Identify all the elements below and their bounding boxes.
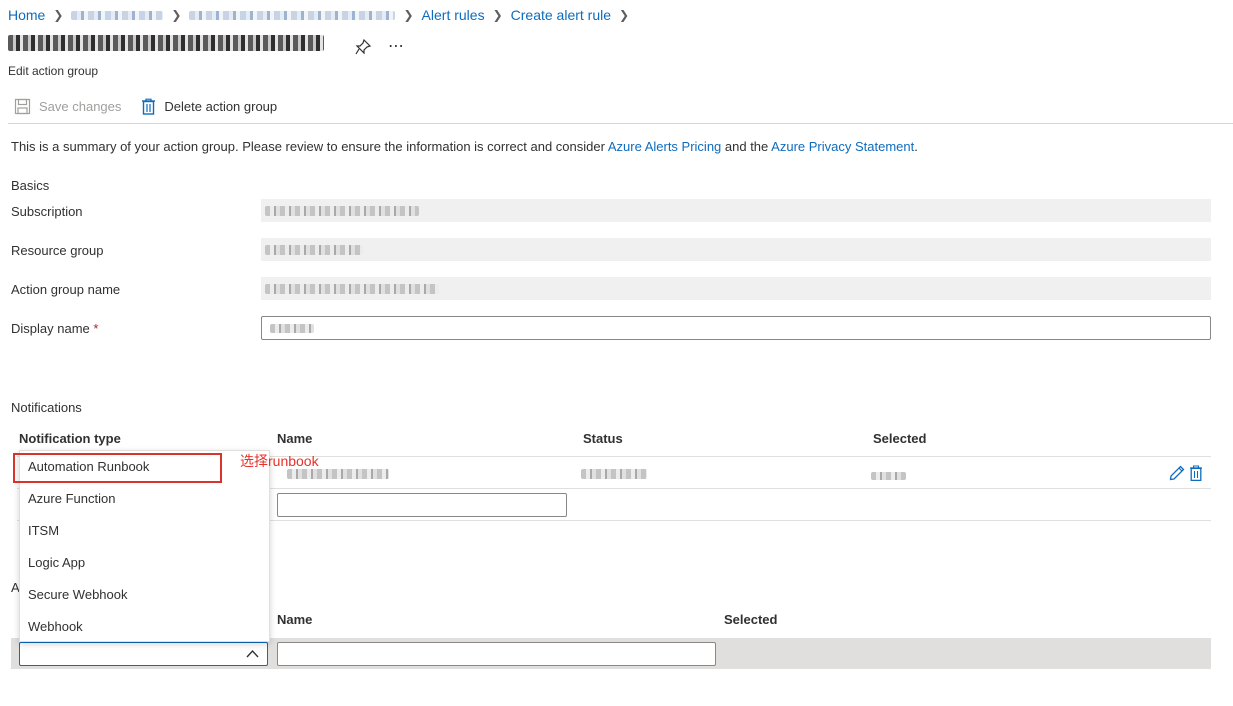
resource-group-value (261, 238, 1211, 261)
notification-selected-value (871, 468, 906, 483)
summary-middle: and the (721, 139, 772, 154)
breadcrumb-create-alert-rule[interactable]: Create alert rule (511, 7, 611, 23)
save-changes-button[interactable]: Save changes (14, 98, 121, 115)
col-status: Status (583, 431, 623, 446)
menu-item-itsm[interactable]: ITSM (28, 521, 59, 541)
resource-group-label: Resource group (11, 243, 104, 258)
display-name-input[interactable] (261, 316, 1211, 340)
breadcrumb-home[interactable]: Home (8, 7, 45, 23)
notification-status-value (581, 467, 647, 482)
annotation-highlight-box (13, 453, 222, 483)
breadcrumb-redacted-1[interactable] (71, 10, 164, 20)
actions-col-name: Name (277, 612, 313, 627)
summary-prefix: This is a summary of your action group. … (11, 139, 608, 154)
annotation-text: 选择runbook (240, 453, 319, 469)
chevron-right-icon: ❯ (53, 8, 64, 22)
save-icon (14, 98, 31, 114)
page-title-redacted (8, 35, 324, 51)
chevron-right-icon: ❯ (403, 8, 414, 22)
menu-item-azure-function[interactable]: Azure Function (28, 489, 115, 509)
action-group-name-value (261, 277, 1211, 300)
chevron-right-icon: ❯ (171, 8, 182, 22)
new-notification-name-input[interactable] (277, 493, 567, 517)
menu-item-logic-app[interactable]: Logic App (28, 553, 85, 573)
action-type-dropdown[interactable] (19, 642, 268, 666)
col-notification-type: Notification type (19, 431, 121, 446)
display-name-label: Display name * (11, 321, 98, 336)
chevron-up-icon (246, 649, 259, 658)
subscription-value (261, 199, 1211, 222)
subscription-label: Subscription (11, 204, 83, 219)
breadcrumb-redacted-2[interactable] (189, 10, 396, 20)
page-title (8, 35, 324, 54)
notifications-heading: Notifications (11, 400, 82, 415)
delete-action-group-label: Delete action group (164, 98, 278, 114)
page-subtitle: Edit action group (8, 64, 99, 78)
col-selected: Selected (873, 431, 927, 446)
chevron-right-icon: ❯ (492, 8, 503, 22)
action-group-name-label: Action group name (11, 282, 121, 297)
edit-icon[interactable] (1169, 465, 1185, 481)
trash-icon (142, 98, 156, 115)
summary-text: This is a summary of your action group. … (11, 139, 918, 154)
menu-item-secure-webhook[interactable]: Secure Webhook (28, 585, 128, 605)
toolbar-divider (8, 123, 1233, 124)
command-bar: Save changes Delete action group (14, 96, 297, 116)
display-name-text: Display name (11, 321, 90, 336)
breadcrumb-alert-rules[interactable]: Alert rules (422, 7, 485, 23)
col-name: Name (277, 431, 313, 446)
required-asterisk: * (93, 321, 99, 336)
basics-heading: Basics (11, 178, 50, 193)
azure-alerts-pricing-link[interactable]: Azure Alerts Pricing (608, 139, 721, 154)
summary-suffix: . (914, 139, 918, 154)
chevron-right-icon: ❯ (619, 8, 630, 22)
delete-row-icon[interactable] (1189, 465, 1205, 482)
actions-col-selected: Selected (724, 612, 778, 627)
menu-item-webhook[interactable]: Webhook (28, 617, 83, 637)
pin-icon[interactable] (354, 38, 372, 56)
delete-action-group-button[interactable]: Delete action group (141, 98, 277, 115)
action-name-input[interactable] (277, 642, 716, 666)
breadcrumb: Home ❯ ❯ ❯ Alert rules ❯ Create alert ru… (8, 6, 637, 24)
more-icon[interactable]: ⋯ (388, 36, 405, 56)
save-changes-label: Save changes (39, 98, 122, 114)
azure-privacy-statement-link[interactable]: Azure Privacy Statement (771, 139, 914, 154)
